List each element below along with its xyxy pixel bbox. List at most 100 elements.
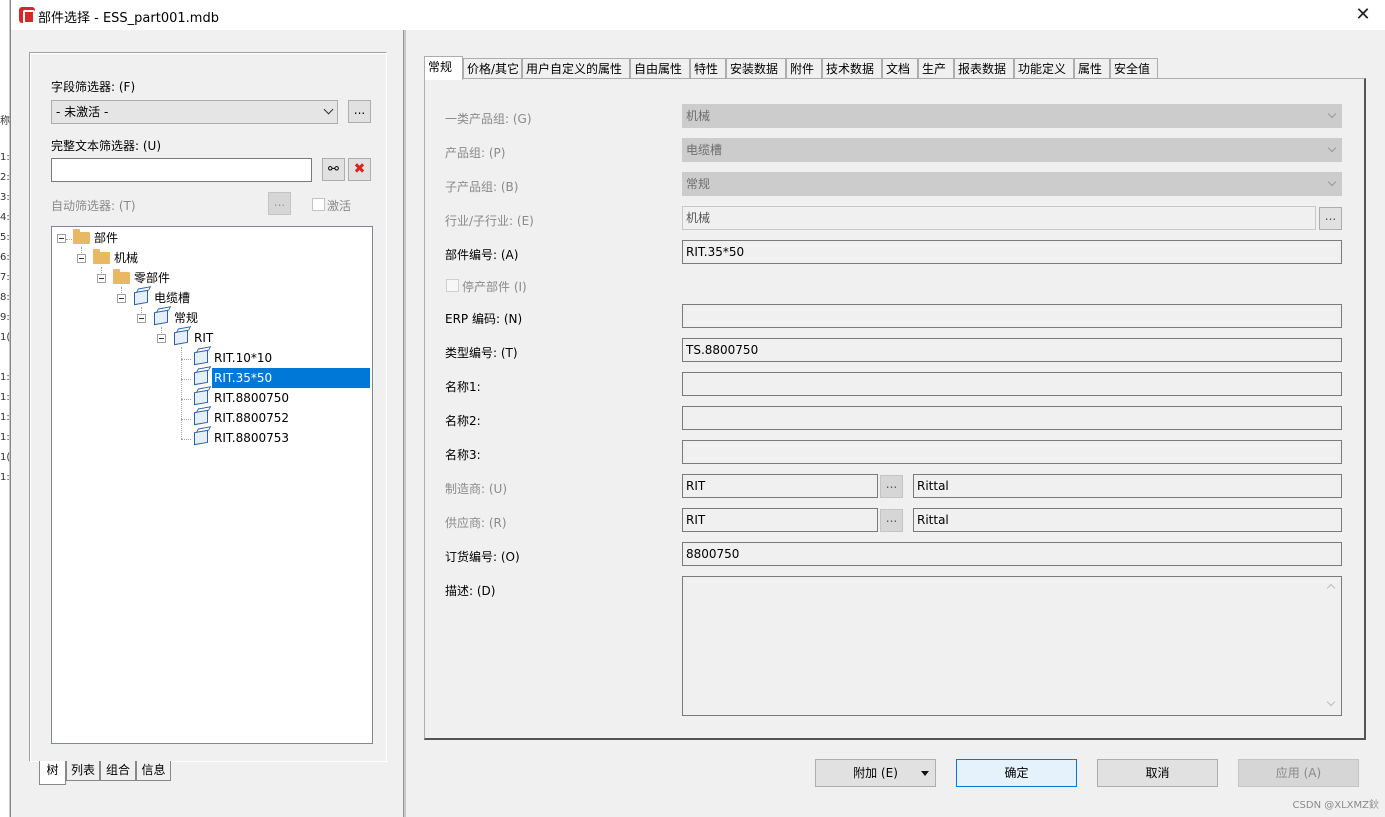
collapse-icon[interactable] bbox=[137, 314, 146, 323]
sub-product-group-value: 常规 bbox=[686, 177, 711, 191]
tab-production[interactable]: 生产 bbox=[918, 58, 954, 79]
tree-node-part[interactable]: RIT.8800753 bbox=[192, 428, 372, 448]
tab-safety-values[interactable]: 安全值 bbox=[1110, 58, 1158, 79]
tab-tree[interactable]: 树 bbox=[39, 761, 66, 785]
tree-connector bbox=[181, 439, 191, 440]
erp-code-field[interactable] bbox=[682, 304, 1342, 328]
collapse-icon[interactable] bbox=[97, 274, 106, 283]
tab-properties[interactable]: 属性 bbox=[1074, 58, 1110, 79]
sub-product-group-label: 子产品组: (B) bbox=[445, 180, 519, 194]
auto-filter-label: 自动筛选器: (T) bbox=[51, 199, 136, 213]
tree-node-general[interactable]: 常规 bbox=[132, 308, 352, 328]
name3-label: 名称3: bbox=[445, 448, 481, 462]
supplier-name-field[interactable]: Rittal bbox=[913, 508, 1342, 532]
tab-documents[interactable]: 文档 bbox=[882, 58, 918, 79]
tree-node-rit[interactable]: RIT bbox=[152, 328, 352, 348]
tree-node-label: 电缆槽 bbox=[154, 291, 191, 305]
collapse-icon[interactable] bbox=[157, 334, 166, 343]
tree-node-label: 部件 bbox=[94, 231, 119, 245]
name1-field[interactable] bbox=[682, 372, 1342, 396]
name2-field[interactable] bbox=[682, 406, 1342, 430]
tree-node-part[interactable]: RIT.8800750 bbox=[192, 388, 372, 408]
description-textarea[interactable] bbox=[682, 576, 1342, 716]
backdrop-row: 8: bbox=[0, 292, 10, 303]
part-cube-icon bbox=[194, 429, 208, 446]
tab-user-defined-properties[interactable]: 用户自定义的属性 bbox=[522, 58, 630, 79]
tree-node-part[interactable]: RIT.10*10 bbox=[192, 348, 372, 368]
description-scrollbar[interactable] bbox=[1324, 579, 1339, 713]
fulltext-filter-input[interactable] bbox=[51, 158, 312, 182]
fulltext-filter-label: 完整文本筛选器: (U) bbox=[51, 139, 162, 153]
tab-accessories[interactable]: 附件 bbox=[786, 58, 822, 79]
tab-general[interactable]: 常规 bbox=[424, 56, 463, 80]
tab-report-data[interactable]: 报表数据 bbox=[954, 58, 1014, 79]
tree-node-cable-duct[interactable]: 电缆槽 bbox=[112, 288, 352, 308]
backdrop-row: 称 bbox=[0, 116, 10, 126]
tab-function-definition[interactable]: 功能定义 bbox=[1014, 58, 1074, 79]
ok-button[interactable]: 确定 bbox=[956, 759, 1077, 787]
part-cube-icon bbox=[194, 369, 208, 386]
backdrop-row: 1: bbox=[0, 152, 10, 163]
field-filter-more-button[interactable]: ... bbox=[348, 100, 371, 123]
product-group1-value: 机械 bbox=[686, 109, 711, 123]
extra-dropdown-button[interactable]: 附加 (E) bbox=[815, 759, 936, 787]
general-tab-page: 一类产品组: (G) 机械 产品组: (P) 电缆槽 子产品组: (B) 常规 … bbox=[424, 78, 1366, 740]
order-number-field[interactable]: 8800750 bbox=[682, 542, 1342, 566]
field-filter-select[interactable]: - 未激活 - bbox=[51, 100, 338, 124]
part-cube-icon bbox=[174, 329, 188, 346]
tree-node-mechanical[interactable]: 机械 bbox=[72, 248, 352, 268]
tab-list[interactable]: 列表 bbox=[66, 761, 100, 781]
tab-characteristics[interactable]: 特性 bbox=[690, 58, 726, 79]
backdrop-row: 1( bbox=[0, 452, 10, 463]
collapse-icon[interactable] bbox=[117, 294, 126, 303]
tree-node-part-selected[interactable]: RIT.35*50 bbox=[192, 368, 372, 388]
supplier-code-field[interactable]: RIT bbox=[682, 508, 878, 532]
tree-node-label: 机械 bbox=[114, 251, 139, 265]
manufacturer-code-field[interactable]: RIT bbox=[682, 474, 878, 498]
type-number-label: 类型编号: (T) bbox=[445, 346, 518, 360]
cancel-button[interactable]: 取消 bbox=[1097, 759, 1218, 787]
binoculars-icon[interactable]: ⚯ bbox=[322, 158, 345, 181]
scroll-up-icon[interactable] bbox=[1326, 583, 1336, 593]
type-number-field[interactable]: TS.8800750 bbox=[682, 338, 1342, 362]
tree-node-label: 常规 bbox=[174, 311, 199, 325]
tree-node-parts[interactable]: 部件 bbox=[52, 228, 352, 248]
extra-button-label: 附加 (E) bbox=[853, 766, 898, 780]
parts-tree[interactable]: 部件 机械 零部件 电缆槽 常规 RIT RIT.10*10 RIT.35*50… bbox=[51, 226, 373, 744]
erp-code-label: ERP 编码: (N) bbox=[445, 312, 523, 326]
discontinued-checkbox[interactable] bbox=[446, 279, 459, 292]
tab-mounting-data[interactable]: 安装数据 bbox=[726, 58, 786, 79]
sub-product-group-select[interactable]: 常规 bbox=[682, 172, 1342, 196]
industry-more-button[interactable]: ... bbox=[1319, 207, 1342, 230]
scroll-down-icon[interactable] bbox=[1326, 697, 1336, 707]
title-bar[interactable]: 部件选择 - ESS_part001.mdb ✕ bbox=[11, 0, 1385, 30]
auto-filter-more-button[interactable]: ... bbox=[268, 192, 291, 215]
product-group-select[interactable]: 电缆槽 bbox=[682, 138, 1342, 162]
collapse-icon[interactable] bbox=[57, 234, 66, 243]
tab-technical-data[interactable]: 技术数据 bbox=[822, 58, 882, 79]
tree-connector bbox=[181, 419, 191, 420]
industry-label: 行业/子行业: (E) bbox=[445, 214, 534, 228]
clear-filter-icon[interactable]: ✖ bbox=[348, 158, 371, 181]
tab-combination[interactable]: 组合 bbox=[100, 761, 136, 781]
tab-free-properties[interactable]: 自由属性 bbox=[630, 58, 690, 79]
product-group1-label: 一类产品组: (G) bbox=[445, 112, 532, 126]
tab-price-other[interactable]: 价格/其它 bbox=[463, 58, 522, 79]
industry-field[interactable]: 机械 bbox=[682, 206, 1316, 230]
supplier-more-button[interactable]: ... bbox=[880, 509, 903, 532]
activate-checkbox[interactable] bbox=[312, 198, 325, 211]
apply-button[interactable]: 应用 (A) bbox=[1238, 759, 1359, 787]
tab-info[interactable]: 信息 bbox=[136, 761, 171, 781]
tree-node-components[interactable]: 零部件 bbox=[92, 268, 352, 288]
collapse-icon[interactable] bbox=[77, 254, 86, 263]
name3-field[interactable] bbox=[682, 440, 1342, 464]
manufacturer-name-field[interactable]: Rittal bbox=[913, 474, 1342, 498]
backdrop-row: 1( bbox=[0, 332, 10, 343]
close-icon[interactable]: ✕ bbox=[1340, 0, 1385, 30]
product-group1-select[interactable]: 机械 bbox=[682, 104, 1342, 128]
part-cube-icon bbox=[194, 409, 208, 426]
chevron-down-icon bbox=[323, 104, 334, 115]
manufacturer-more-button[interactable]: ... bbox=[880, 475, 903, 498]
tree-node-part[interactable]: RIT.8800752 bbox=[192, 408, 372, 428]
part-number-field[interactable]: RIT.35*50 bbox=[682, 240, 1342, 264]
